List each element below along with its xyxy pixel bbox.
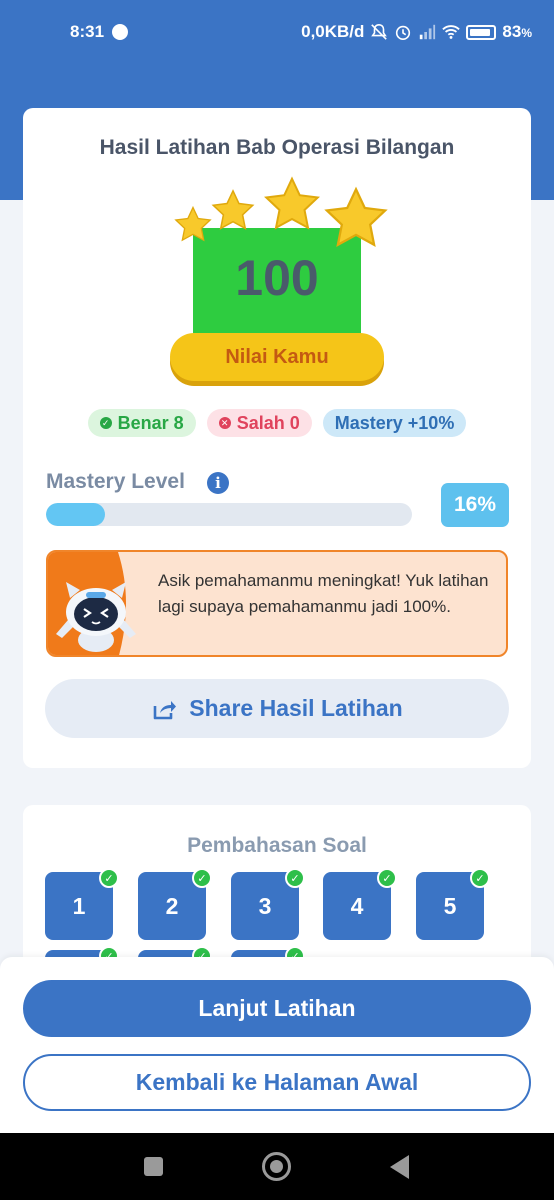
bell-off-icon xyxy=(371,23,388,40)
stats-chips: ✓ Benar 8 ✕ Salah 0 Mastery +10% xyxy=(0,409,554,437)
check-icon: ✓ xyxy=(285,868,305,888)
battery-icon xyxy=(466,24,497,40)
mastery-progress-fill xyxy=(46,503,105,526)
score-label-ribbon: Nilai Kamu xyxy=(170,333,384,381)
x-circle-icon: ✕ xyxy=(218,417,231,429)
status-bar: 8:31 0,0KB/d 83% xyxy=(0,0,554,66)
question-button-5[interactable]: 5 ✓ xyxy=(416,868,490,940)
correct-chip: ✓ Benar 8 xyxy=(87,409,196,437)
continue-practice-button[interactable]: Lanjut Latihan xyxy=(23,980,531,1037)
mascot-message-text: Asik pemahamanmu meningkat! Yuk latihan … xyxy=(158,571,489,616)
mastery-percent-badge: 16% xyxy=(441,483,509,527)
mastery-gain: Mastery +10% xyxy=(334,412,455,433)
wrong-count: Salah 0 xyxy=(236,412,300,433)
question-button-2[interactable]: 2 ✓ xyxy=(138,868,212,940)
star-icon xyxy=(324,186,388,247)
signal-icon xyxy=(420,24,436,40)
star-icon xyxy=(211,189,255,230)
wrong-chip: ✕ Salah 0 xyxy=(206,409,312,437)
question-button-4[interactable]: 4 ✓ xyxy=(323,868,397,940)
star-icon xyxy=(264,176,320,230)
check-icon: ✓ xyxy=(377,868,397,888)
check-icon: ✓ xyxy=(192,868,212,888)
correct-count: Benar 8 xyxy=(117,412,184,433)
status-time: 8:31 xyxy=(70,22,105,41)
back-icon[interactable] xyxy=(390,1155,409,1179)
alarm-icon xyxy=(396,25,411,41)
dnd-moon-icon xyxy=(112,24,128,40)
home-icon[interactable] xyxy=(262,1152,291,1181)
check-icon: ✓ xyxy=(470,868,490,888)
robot-mascot-icon xyxy=(48,552,136,655)
mastery-level-label: Mastery Level xyxy=(46,470,185,493)
discussion-title: Pembahasan Soal xyxy=(187,834,367,857)
mascot-message-box: Asik pemahamanmu meningkat! Yuk latihan … xyxy=(46,550,508,657)
wifi-icon xyxy=(442,25,461,39)
mastery-chip: Mastery +10% xyxy=(322,409,467,437)
info-icon[interactable]: i xyxy=(207,472,229,494)
score-value: 100 xyxy=(235,250,319,306)
star-icon xyxy=(174,205,212,242)
mastery-progress-bar xyxy=(46,503,412,526)
share-result-button[interactable]: Share Hasil Latihan xyxy=(45,679,509,738)
check-circle-icon: ✓ xyxy=(99,417,112,429)
network-speed: 0,0KB/d xyxy=(301,22,365,41)
back-to-home-button[interactable]: Kembali ke Halaman Awal xyxy=(23,1054,531,1111)
share-icon xyxy=(153,700,177,719)
question-button-3[interactable]: 3 ✓ xyxy=(231,868,305,940)
result-title: Hasil Latihan Bab Operasi Bilangan xyxy=(99,136,455,159)
question-button-1[interactable]: 1 ✓ xyxy=(45,868,119,940)
share-button-label: Share Hasil Latihan xyxy=(189,695,403,721)
recents-icon[interactable] xyxy=(144,1157,163,1176)
status-right: 0,0KB/d 83% xyxy=(301,22,532,42)
check-icon: ✓ xyxy=(99,868,119,888)
battery-level: 83% xyxy=(502,22,532,41)
